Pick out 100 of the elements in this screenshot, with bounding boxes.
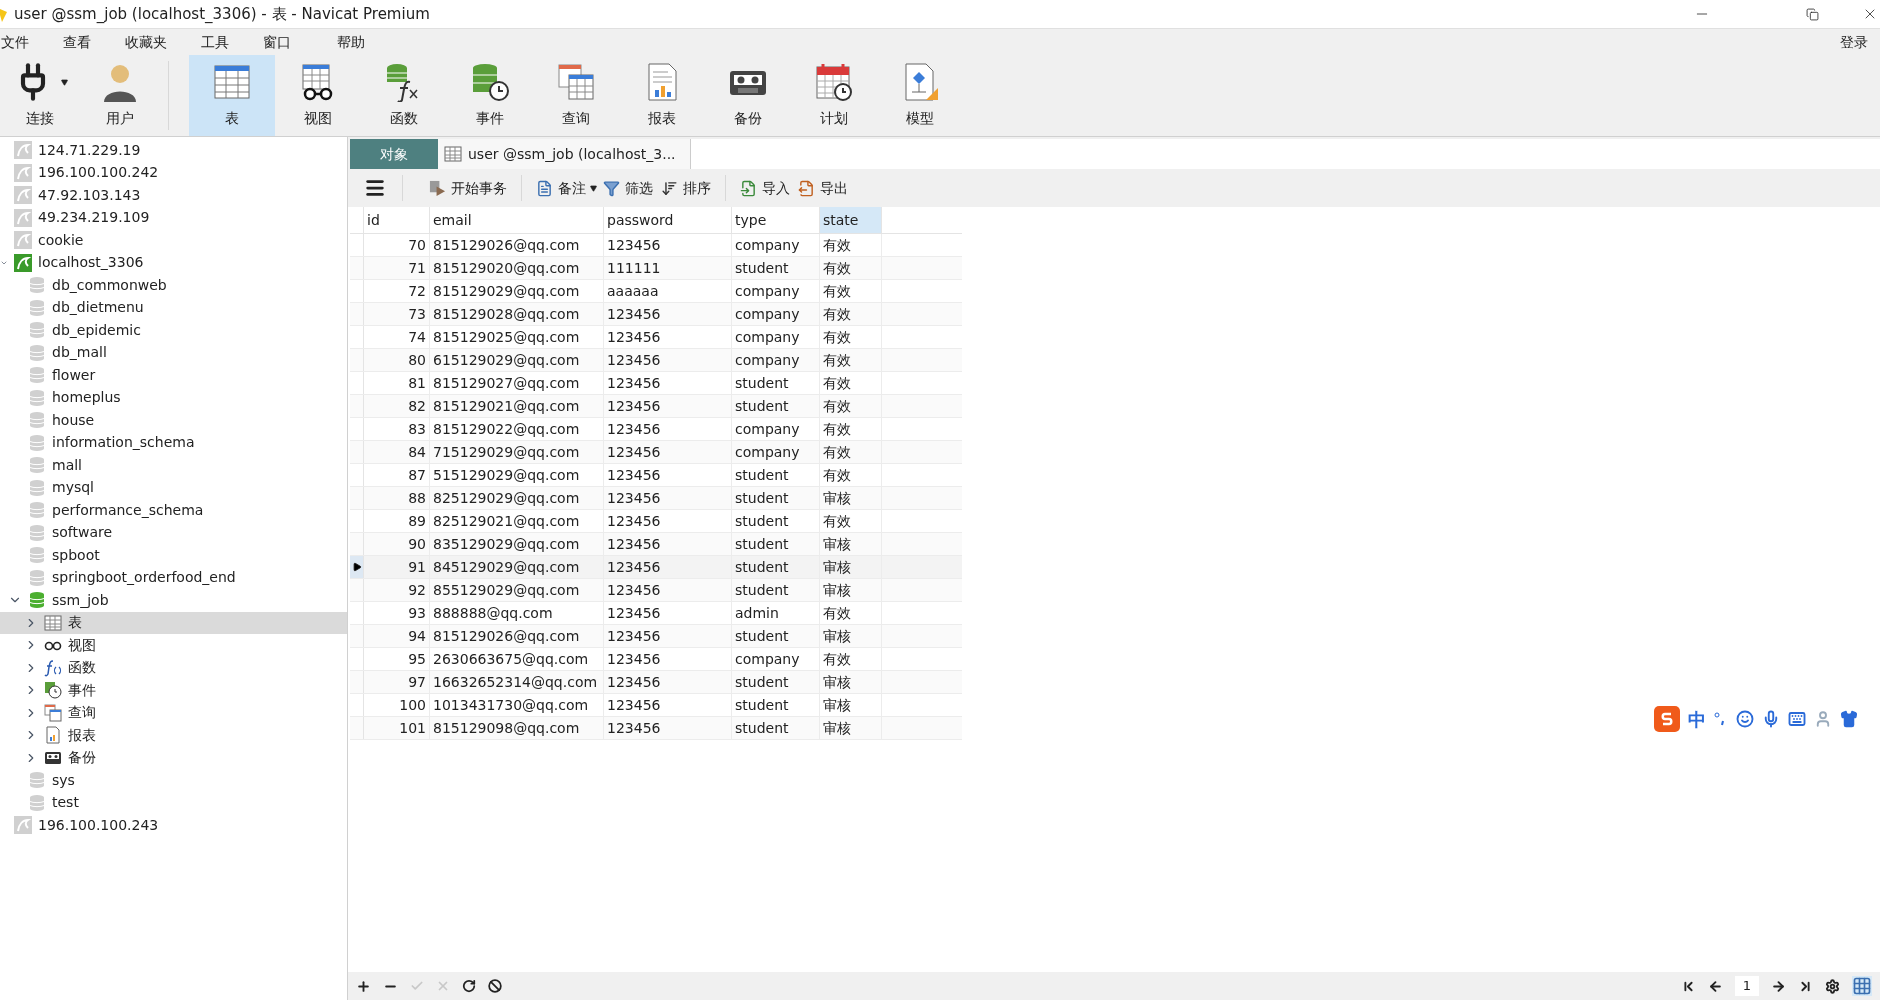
column-header[interactable]: type [732, 207, 820, 233]
tree-item[interactable]: 视图 [0, 634, 347, 657]
toolbar-button[interactable]: 排序 [657, 174, 715, 202]
refresh-icon[interactable] [462, 979, 476, 993]
tree-item[interactable]: springboot_orderfood_end [0, 566, 347, 589]
menu-item[interactable]: 文件 [1, 31, 29, 53]
toolbar-button[interactable]: 用户 [80, 55, 160, 136]
toolbar-button[interactable]: 计划 [791, 55, 877, 136]
table-row[interactable]: 90 835129029@qq.com 123456 student 审核 [350, 533, 962, 556]
table-row[interactable]: 80 615129029@qq.com 123456 company 有效 [350, 349, 962, 372]
toolbar-button[interactable]: 备注 [532, 174, 590, 202]
table-row[interactable]: 81 815129027@qq.com 123456 student 有效 [350, 372, 962, 395]
tab[interactable]: user @ssm_job (localhost_3... [438, 139, 690, 169]
tree-item[interactable]: db_epidemic [0, 319, 347, 342]
tree-item[interactable]: homeplus [0, 386, 347, 409]
toolbar-button[interactable]: 视图 [275, 55, 361, 136]
restore-icon[interactable] [1806, 7, 1819, 21]
tree-item[interactable]: spboot [0, 544, 347, 567]
table-row[interactable]: 101 815129098@qq.com 123456 student 审核 [350, 717, 962, 740]
shirt-icon[interactable] [1840, 710, 1858, 728]
ime-logo-icon[interactable] [1654, 706, 1680, 732]
toolbar-button[interactable]: 导出 [794, 174, 852, 202]
tree-item[interactable]: mysql [0, 476, 347, 499]
tree-item[interactable]: localhost_3306 [0, 251, 347, 274]
tree-item[interactable]: software [0, 521, 347, 544]
toolbar-button[interactable]: 报表 [619, 55, 705, 136]
tree-item[interactable]: cookie [0, 229, 347, 252]
tree-item[interactable]: db_mall [0, 341, 347, 364]
login-link[interactable]: 登录 [1840, 31, 1868, 53]
toolbar-button[interactable]: 事件 [447, 55, 533, 136]
table-row[interactable]: 100 1013431730@qq.com 123456 student 审核 [350, 694, 962, 717]
tree-item[interactable]: 49.234.219.109 [0, 206, 347, 229]
column-header[interactable]: email [430, 207, 604, 233]
toolbar-button[interactable]: 查询 [533, 55, 619, 136]
toolbar-button[interactable]: 备份 [705, 55, 791, 136]
toolbar-button[interactable]: 连接 [0, 55, 80, 136]
menu-item[interactable]: 帮助 [337, 31, 365, 53]
table-row[interactable]: 97 16632652314@qq.com 123456 student 审核 [350, 671, 962, 694]
table-row[interactable]: 71 815129020@qq.com 111111 student 有效 [350, 257, 962, 280]
dropdown-caret-icon[interactable] [590, 184, 597, 192]
dropdown-caret-icon[interactable] [60, 78, 68, 86]
toolbar-button[interactable]: 函数 [361, 55, 447, 136]
table-row[interactable]: 88 825129029@qq.com 123456 student 审核 [350, 487, 962, 510]
table-row[interactable]: 84 715129029@qq.com 123456 company 有效 [350, 441, 962, 464]
tree-item[interactable]: 备份 [0, 746, 347, 769]
tree-item[interactable]: information_schema [0, 431, 347, 454]
table-row[interactable]: 92 855129029@qq.com 123456 student 审核 [350, 579, 962, 602]
menu-item[interactable]: 查看 [63, 31, 91, 53]
tree-item[interactable]: 196.100.100.242 [0, 161, 347, 184]
tree-item[interactable]: test [0, 791, 347, 814]
microphone-icon[interactable] [1762, 710, 1780, 728]
tree-item[interactable]: flower [0, 364, 347, 387]
table-row[interactable]: 83 815129022@qq.com 123456 company 有效 [350, 418, 962, 441]
page-number-field[interactable]: 1 [1734, 976, 1759, 996]
table-row[interactable]: 94 815129026@qq.com 123456 student 审核 [350, 625, 962, 648]
tree-item[interactable]: performance_schema [0, 499, 347, 522]
menu-item[interactable]: 窗口 [263, 31, 291, 53]
column-header[interactable]: state [820, 207, 882, 233]
grid-view-icon[interactable] [1852, 976, 1872, 996]
tree-item[interactable]: ssm_job [0, 589, 347, 612]
table-row[interactable]: 91 845129029@qq.com 123456 student 审核 [350, 556, 962, 579]
stop-icon[interactable] [488, 979, 502, 993]
tree-item[interactable]: 表 [0, 611, 347, 634]
menu-item[interactable]: 工具 [201, 31, 229, 53]
table-row[interactable]: 93 888888@qq.com 123456 admin 有效 [350, 602, 962, 625]
table-row[interactable]: 74 815129025@qq.com 123456 company 有效 [350, 326, 962, 349]
previous-page-icon[interactable] [1707, 978, 1723, 994]
keyboard-icon[interactable] [1788, 710, 1806, 728]
tree-item[interactable]: 196.100.100.243 [0, 814, 347, 837]
menu-item[interactable]: 收藏夹 [125, 31, 167, 53]
toolbar-button[interactable]: 模型 [877, 55, 963, 136]
tab[interactable]: 对象 [350, 139, 438, 169]
toolbar-button[interactable]: 开始事务 [425, 174, 511, 202]
tree-item[interactable]: db_dietmenu [0, 296, 347, 319]
next-page-icon[interactable] [1771, 978, 1786, 994]
tree-item[interactable]: 事件 [0, 679, 347, 702]
table-row[interactable]: 89 825129021@qq.com 123456 student 有效 [350, 510, 962, 533]
tree-item[interactable]: db_commonweb [0, 274, 347, 297]
table-row[interactable]: 73 815129028@qq.com 123456 company 有效 [350, 303, 962, 326]
tree-item[interactable]: 函数 [0, 656, 347, 679]
table-row[interactable]: 72 815129029@qq.com aaaaaa company 有效 [350, 280, 962, 303]
toolbar-button[interactable]: 筛选 [599, 174, 657, 202]
table-row[interactable]: 95 2630663675@qq.com 123456 company 有效 [350, 648, 962, 671]
toolbar-button[interactable]: 导入 [736, 174, 794, 202]
tree-item[interactable]: 报表 [0, 724, 347, 747]
toolbar-button[interactable]: 表 [189, 55, 275, 136]
emoji-icon[interactable] [1736, 710, 1754, 728]
tree-item[interactable]: mall [0, 454, 347, 477]
tree-item[interactable]: sys [0, 769, 347, 792]
table-row[interactable]: 82 815129021@qq.com 123456 student 有效 [350, 395, 962, 418]
table-row[interactable]: 70 815129026@qq.com 123456 company 有效 [350, 234, 962, 257]
tree-item[interactable]: 查询 [0, 701, 347, 724]
settings-icon[interactable] [1825, 978, 1840, 994]
tree-item[interactable]: 47.92.103.143 [0, 184, 347, 207]
add-record-icon[interactable] [356, 978, 371, 994]
menu-icon[interactable] [364, 177, 386, 199]
tree-item[interactable]: 124.71.229.19 [0, 139, 347, 162]
tree-item[interactable]: house [0, 409, 347, 432]
table-row[interactable]: 87 515129029@qq.com 123456 student 有效 [350, 464, 962, 487]
ime-mode[interactable]: 中 [1688, 705, 1706, 733]
